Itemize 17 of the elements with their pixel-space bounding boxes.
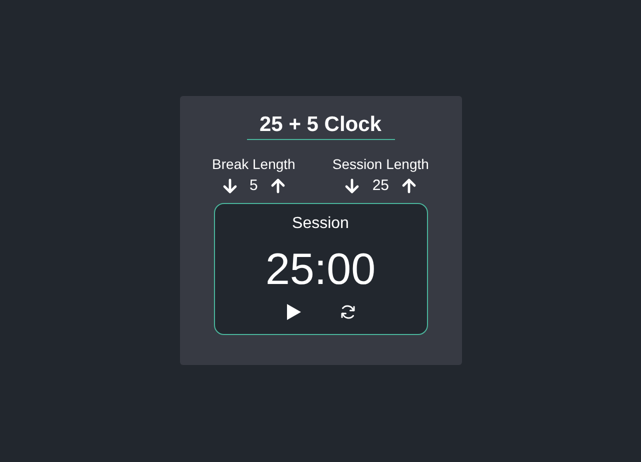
timer-label: Session — [292, 214, 349, 234]
refresh-icon — [338, 303, 356, 321]
length-label: Session Length — [332, 155, 429, 173]
app-title: 25 + 5 Clock — [246, 112, 394, 140]
arrow-down-icon — [344, 178, 360, 194]
arrow-down-icon — [222, 178, 238, 194]
arrow-up-icon — [270, 178, 286, 194]
arrow-up-icon — [401, 178, 418, 194]
length-value: 5 — [248, 177, 259, 195]
increment-button[interactable] — [401, 178, 418, 194]
play-icon — [286, 303, 302, 321]
length-value: 25 — [371, 177, 390, 195]
length-label: Break Length — [212, 155, 296, 173]
timer-display: 25:00 — [265, 244, 376, 296]
increment-button[interactable] — [270, 178, 286, 194]
decrement-button[interactable] — [222, 178, 238, 194]
decrement-button[interactable] — [344, 178, 360, 194]
